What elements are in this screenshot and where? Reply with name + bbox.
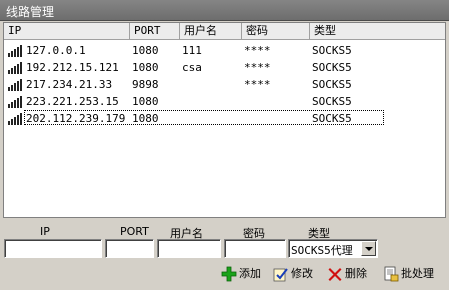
add-button[interactable]: 添加 [221, 264, 267, 284]
signal-icon [8, 79, 24, 91]
table-row[interactable]: 192.212.15.121 1080 csa **** SOCKS5 [4, 59, 445, 76]
signal-icon [8, 62, 24, 74]
table-row[interactable]: 127.0.0.1 1080 111 **** SOCKS5 [4, 42, 445, 59]
user-input[interactable] [157, 239, 221, 258]
cell-port: 9898 [132, 78, 159, 91]
column-header-type[interactable]: 类型 [310, 23, 445, 40]
cell-port: 1080 [132, 61, 159, 74]
batch-label: 批处理 [401, 267, 434, 280]
edit-icon [273, 268, 288, 282]
ip-label: IP [40, 225, 50, 238]
table-row[interactable]: 223.221.253.15 1080 SOCKS5 [4, 93, 445, 110]
cell-type: SOCKS5 [312, 61, 352, 74]
cell-password: **** [244, 44, 271, 57]
cell-type: SOCKS5 [312, 44, 352, 57]
batch-button[interactable]: 批处理 [383, 264, 443, 284]
type-select-value: SOCKS5代理 [291, 244, 353, 257]
cell-password: **** [244, 78, 271, 91]
cell-ip: 217.234.21.33 [26, 78, 113, 91]
password-input[interactable] [224, 239, 286, 258]
column-header-user[interactable]: 用户名 [180, 23, 242, 40]
table-row-selected[interactable]: 202.112.239.179 1080 SOCKS5 [4, 110, 445, 127]
cell-ip: 127.0.0.1 [26, 44, 86, 57]
column-header-password[interactable]: 密码 [242, 23, 310, 40]
add-label: 添加 [239, 267, 261, 280]
cell-port: 1080 [132, 44, 159, 57]
signal-icon [8, 96, 24, 108]
dropdown-arrow-icon[interactable] [361, 241, 376, 256]
ip-input[interactable] [4, 239, 102, 258]
edit-label: 修改 [291, 267, 313, 280]
cell-port: 1080 [132, 112, 159, 125]
cell-password: **** [244, 61, 271, 74]
list-header: IP PORT 用户名 密码 类型 [4, 23, 445, 40]
batch-document-icon [384, 266, 399, 282]
column-header-ip[interactable]: IP [4, 23, 130, 40]
cell-ip: 192.212.15.121 [26, 61, 119, 74]
cell-ip: 202.112.239.179 [26, 112, 126, 125]
cell-type: SOCKS5 [312, 95, 352, 108]
cell-ip: 223.221.253.15 [26, 95, 119, 108]
type-select[interactable]: SOCKS5代理 [288, 239, 378, 258]
edit-button[interactable]: 修改 [273, 264, 321, 284]
cell-type: SOCKS5 [312, 112, 352, 125]
delete-button[interactable]: 删除 [327, 264, 375, 284]
signal-icon [8, 113, 24, 125]
delete-x-icon [328, 268, 342, 281]
plus-icon [221, 266, 237, 282]
delete-label: 删除 [345, 267, 367, 280]
title-bar: 线路管理 [0, 0, 449, 21]
line-manager-window: 线路管理 IP PORT 用户名 密码 类型 127.0.0.1 1080 11… [0, 0, 449, 290]
cell-user: csa [182, 61, 202, 74]
port-label: PORT [120, 225, 149, 238]
column-header-port[interactable]: PORT [130, 23, 180, 40]
proxy-list[interactable]: IP PORT 用户名 密码 类型 127.0.0.1 1080 111 ***… [3, 22, 446, 218]
cell-port: 1080 [132, 95, 159, 108]
signal-icon [8, 45, 24, 57]
window-title: 线路管理 [6, 5, 55, 19]
port-input[interactable] [105, 239, 154, 258]
table-row[interactable]: 217.234.21.33 9898 **** SOCKS5 [4, 76, 445, 93]
cell-type: SOCKS5 [312, 78, 352, 91]
cell-user: 111 [182, 44, 202, 57]
